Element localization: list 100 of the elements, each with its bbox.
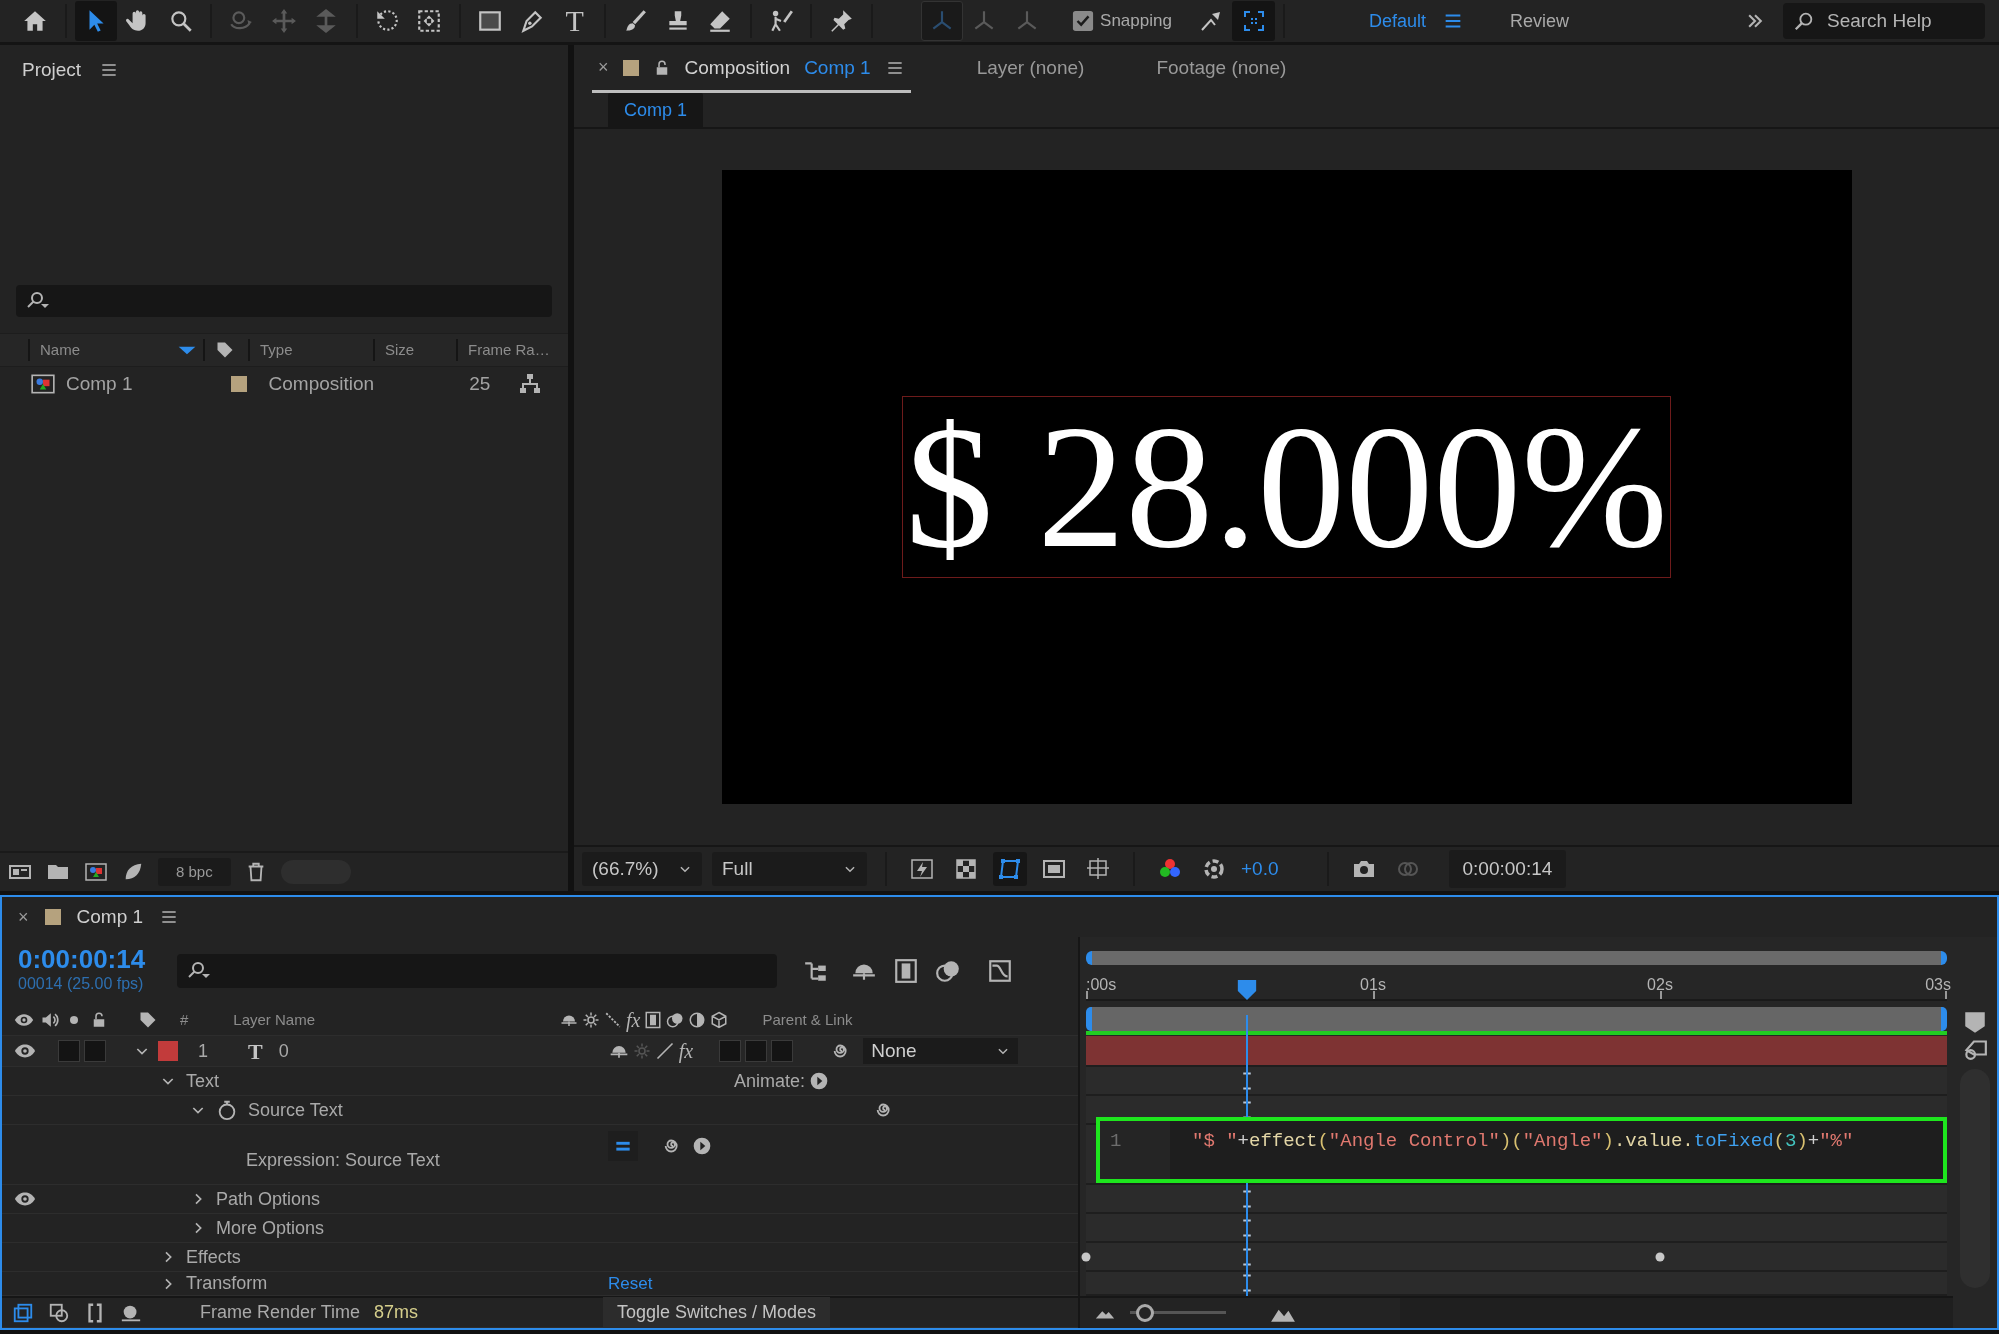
zoom-dropdown[interactable]: (66.7%): [582, 852, 702, 886]
film-icon: [644, 1011, 663, 1029]
overlap-icon[interactable]: [48, 1301, 70, 1324]
resolution-dropdown[interactable]: Full: [712, 852, 867, 886]
stopwatch-icon[interactable]: [216, 1099, 238, 1121]
search-field[interactable]: [177, 954, 777, 988]
layer-number: 1: [198, 1039, 208, 1063]
ruler-label: 03s: [1925, 975, 1951, 995]
half-circle-icon: [688, 1011, 707, 1029]
rectangle-icon: [476, 8, 503, 34]
layer-type: T: [248, 1037, 263, 1066]
snapping-label: Snapping: [1100, 10, 1172, 33]
expression-toggle[interactable]: [608, 1131, 638, 1161]
comp-name[interactable]: Comp 1: [804, 53, 871, 82]
workspace-tab[interactable]: Default: [1362, 5, 1432, 37]
close-button[interactable]: ×: [18, 903, 29, 931]
label-swatch[interactable]: [158, 1041, 178, 1061]
column-header: #: [180, 1009, 189, 1030]
circles-icon: [666, 1011, 685, 1029]
column-header[interactable]: Size: [385, 338, 415, 362]
ruler-label: 02s: [1647, 975, 1673, 995]
switch-box[interactable]: [719, 1040, 742, 1062]
reset-link[interactable]: Reset: [608, 1270, 653, 1297]
line-number: 1: [1100, 1121, 1170, 1179]
parent-dropdown[interactable]: None: [863, 1038, 1019, 1064]
column-header[interactable]: Frame Ra…: [468, 338, 550, 362]
switch-box[interactable]: [771, 1040, 794, 1062]
property-label[interactable]: More Options: [216, 1214, 325, 1242]
property-label[interactable]: Transform: [186, 1270, 268, 1297]
dashed-frame-icon: [416, 8, 443, 34]
fx-switch[interactable]: fx: [678, 1036, 694, 1066]
play-circle-icon[interactable]: [809, 1071, 830, 1091]
panel-title: Project: [22, 57, 82, 82]
checkbox[interactable]: [1072, 10, 1095, 32]
render-time: 87ms: [374, 1301, 419, 1324]
cube-icon: [710, 1011, 729, 1029]
render-label: Frame Render Time: [200, 1301, 361, 1324]
workspace-tab[interactable]: Review: [1503, 5, 1575, 37]
playhead[interactable]: [1236, 979, 1258, 1001]
frame-icon: [1042, 857, 1066, 881]
composition-icon[interactable]: [84, 860, 108, 884]
column-header: Layer Name: [233, 1009, 316, 1030]
stacked-squares-icon[interactable]: [12, 1301, 34, 1324]
panel-tab[interactable]: Footage (none): [1150, 53, 1293, 93]
property-label[interactable]: Effects: [186, 1243, 241, 1271]
four-arrows-icon: [270, 8, 297, 34]
bit-depth-button[interactable]: 8 bpc: [158, 857, 231, 887]
column-header[interactable]: Name: [40, 338, 80, 362]
tag-icon: [138, 1010, 158, 1030]
timecode-field[interactable]: 0:00:00:14: [1448, 849, 1567, 889]
switch-box[interactable]: [745, 1040, 768, 1062]
tool-button[interactable]: [74, 1, 117, 41]
exposure-value[interactable]: +0.0: [1241, 854, 1279, 884]
corner-frame-icon: [1241, 9, 1266, 33]
tab-label[interactable]: Composition: [684, 53, 791, 82]
snap-button[interactable]: [1232, 1, 1275, 41]
item-name[interactable]: Comp 1: [66, 369, 133, 399]
lightning-icon: [910, 857, 934, 881]
panel-tab[interactable]: Comp 1: [76, 902, 144, 932]
keyframe-dot: [1655, 1252, 1665, 1261]
column-header: Parent & Link: [762, 1009, 853, 1030]
ruler-label: 01s: [1360, 975, 1386, 995]
animate-label: Animate:: [734, 1069, 806, 1093]
lock-toggle[interactable]: [84, 1040, 106, 1062]
close-button[interactable]: ×: [598, 54, 609, 82]
search-input[interactable]: Search Help: [1825, 5, 1975, 37]
marker-icon[interactable]: [1962, 1009, 1988, 1035]
expression-editor[interactable]: 1 "$ "+effect("Angle Control")("Angle").value.toFixed(3)+"%": [1096, 1117, 1947, 1183]
circles-icon[interactable]: [935, 958, 961, 984]
aperture-icon: [1202, 857, 1226, 881]
play-circle-icon[interactable]: [692, 1136, 712, 1156]
breadcrumb-tab[interactable]: Comp 1: [608, 93, 704, 127]
tag-icon: [215, 340, 235, 360]
property-label[interactable]: Source Text: [248, 1096, 343, 1124]
keyframe-dot: [1081, 1252, 1091, 1261]
search-field[interactable]: [16, 285, 552, 317]
frame-info: 00014 (25.00 fps): [18, 974, 145, 994]
slash-icon[interactable]: [654, 1041, 675, 1061]
search-icon: [1793, 10, 1815, 32]
column-header[interactable]: Type: [260, 338, 293, 362]
property-label[interactable]: Text: [186, 1067, 219, 1095]
view-button[interactable]: [993, 852, 1027, 886]
layer-name[interactable]: 0: [278, 1037, 289, 1065]
code-line: "$ "+effect("Angle Control")("Angle").value.toFixed(3)+"%": [1191, 1129, 1855, 1154]
fx-label: fx: [626, 1008, 641, 1034]
panel-tab[interactable]: Layer (none): [970, 53, 1091, 93]
frame-rate: 25: [469, 371, 491, 396]
canvas-text: $ 28.000%: [903, 397, 1670, 577]
sun-icon: [582, 1011, 601, 1029]
slider-thumb[interactable]: [1136, 1304, 1155, 1322]
graph-editor-icon[interactable]: [987, 958, 1013, 984]
tool-button[interactable]: T: [553, 1, 596, 41]
property-label[interactable]: Path Options: [216, 1185, 321, 1213]
flowchart-icon[interactable]: [518, 372, 543, 396]
solo-toggle[interactable]: [58, 1040, 80, 1062]
checker-icon: [954, 857, 978, 881]
current-time[interactable]: 0:00:00:14: [18, 946, 177, 972]
film-icon[interactable]: [893, 958, 919, 984]
search-field[interactable]: Search Help: [1783, 3, 1985, 39]
toggle-modes-button[interactable]: Toggle Switches / Modes: [602, 1297, 830, 1328]
